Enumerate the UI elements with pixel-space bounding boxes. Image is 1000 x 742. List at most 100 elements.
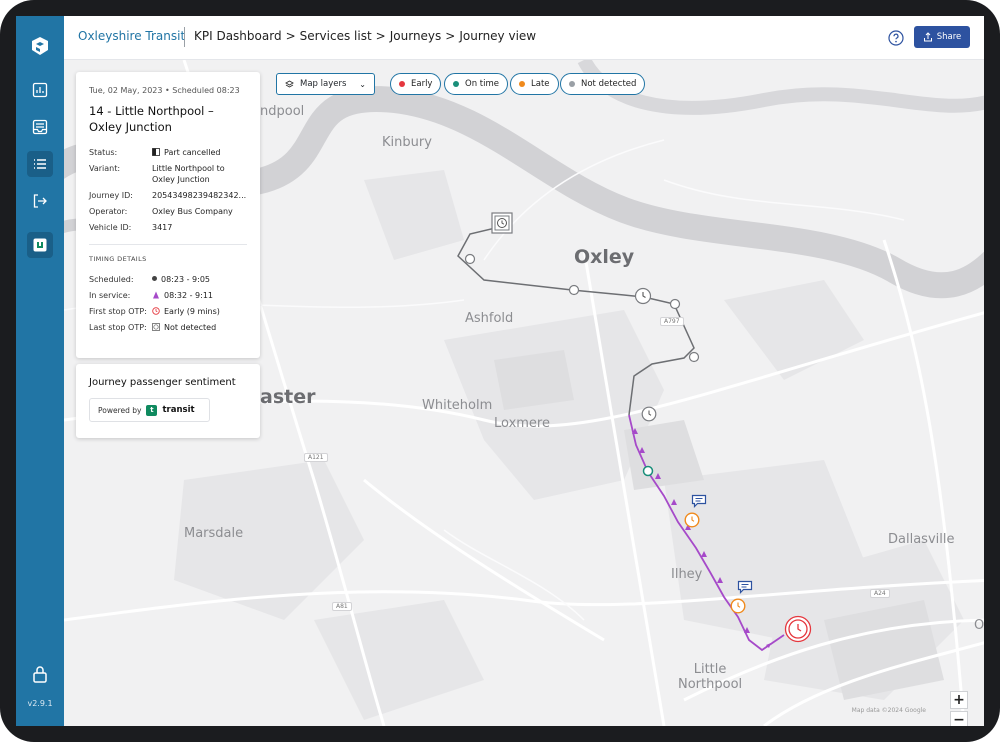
breadcrumb-separator: > (445, 29, 456, 43)
variant-row: Variant: Little Northpool to Oxley Junct… (89, 163, 247, 185)
sidebar: v2.9.1 (16, 16, 64, 726)
breadcrumb-journeys[interactable]: Journeys (390, 29, 442, 43)
breadcrumb: KPI Dashboard > Services list > Journeys > Jou… (194, 29, 536, 43)
place-label-little-northpool: Little Northpool (678, 662, 743, 692)
legend-filter-not-detected[interactable]: Not detected (560, 73, 646, 95)
operator-row: Operator: Oxley Bus Company (89, 206, 247, 217)
journey-id-label: Journey ID: (89, 191, 133, 200)
place-label-ilhey: Ilhey (671, 567, 703, 582)
legend-label-early: Early (411, 79, 433, 89)
provider-name: transit (162, 405, 195, 415)
sidebar-item-dashboard[interactable] (27, 77, 53, 103)
legend-filter-late[interactable]: Late (510, 73, 559, 95)
sentiment-comment-icon[interactable] (691, 494, 707, 508)
first-stop-otp-row: First stop OTP: Early (9 mins) (89, 306, 247, 317)
breadcrumb-journey-view: Journey view (459, 29, 537, 43)
legend-dot-late (519, 81, 525, 87)
place-label-marsdale: Marsdale (184, 526, 244, 541)
chevron-down-icon: ⌄ (359, 79, 366, 89)
share-button[interactable]: Share (914, 26, 970, 48)
legend-filter-on-time[interactable]: On time (444, 73, 508, 95)
place-label-ashfold: Ashfold (465, 311, 514, 326)
early-start-clock-icon[interactable] (784, 615, 812, 643)
legend-dot-on-time (453, 81, 459, 87)
road-badge-a121: A121 (304, 453, 328, 462)
map-canvas[interactable]: Kinbury Oxley Ashfold Whiteholm Loxmere … (64, 60, 984, 726)
operator-label: Operator: (89, 207, 128, 216)
brand-name[interactable]: Oxleyshire Transit (78, 29, 185, 43)
transit-logo-icon: t (146, 404, 158, 416)
place-label-whiteholm: Whiteholm (422, 398, 493, 413)
share-label: Share (936, 32, 962, 42)
timing-details-heading: TIMING DETAILS (89, 255, 147, 263)
road-badge-a81: A81 (332, 602, 352, 611)
timing-point-clock-icon[interactable] (634, 287, 652, 305)
help-icon[interactable] (888, 30, 904, 46)
late-stop-clock-icon[interactable] (684, 512, 700, 528)
scheduled-dot-icon (152, 276, 157, 281)
powered-by-label: Powered by (98, 405, 142, 415)
sidebar-item-transit-app[interactable] (27, 232, 53, 258)
card-divider (89, 244, 247, 245)
variant-value: Little Northpool to Oxley Junction (152, 164, 225, 184)
inbox-icon (32, 119, 48, 135)
breadcrumb-separator: > (285, 29, 296, 43)
in-service-label: In service: (89, 291, 131, 300)
logout-icon (33, 194, 47, 208)
chart-icon (32, 82, 48, 98)
journey-date: Tue, 02 May, 2023 • Scheduled 08:23 (89, 86, 240, 95)
sentiment-title: Journey passenger sentiment (89, 377, 236, 388)
terminus-clock-icon[interactable] (491, 212, 513, 234)
breadcrumb-separator: > (375, 29, 386, 43)
road-badge-a797: A797 (660, 317, 684, 326)
legend-label-late: Late (531, 79, 550, 89)
first-stop-otp-value: Early (9 mins) (164, 307, 220, 316)
sentiment-comment-icon[interactable] (737, 580, 753, 594)
vehicle-value: 3417 (152, 223, 173, 232)
in-service-row: In service: 08:32 - 9:11 (89, 290, 247, 301)
place-label-edge: O (974, 618, 984, 633)
transit-app-icon (33, 238, 47, 252)
sidebar-item-inbox[interactable] (27, 114, 53, 140)
operator-value: Oxley Bus Company (152, 207, 233, 216)
status-row: Status: Part cancelled (89, 147, 247, 158)
in-service-value: 08:32 - 9:11 (164, 291, 213, 300)
version-label: v2.9.1 (27, 699, 53, 708)
journey-id-value: 20543498239482342... (152, 191, 247, 200)
place-label-aster-partial: aster (260, 386, 316, 408)
variant-label: Variant: (89, 164, 121, 173)
road-badge-a24: A24 (870, 589, 890, 598)
vehicle-label: Vehicle ID: (89, 223, 132, 232)
first-stop-otp-label: First stop OTP: (89, 307, 147, 316)
header-divider (184, 27, 185, 47)
sidebar-item-services-list[interactable] (27, 151, 53, 177)
breadcrumb-services-list[interactable]: Services list (300, 29, 372, 43)
lock-icon[interactable] (30, 664, 50, 684)
status-value: Part cancelled (164, 148, 221, 157)
journey-title: 14 - Little Northpool – Oxley Junction (89, 104, 214, 134)
timing-point-clock-icon[interactable] (641, 406, 657, 422)
legend-dot-early (399, 81, 405, 87)
zoom-out-button[interactable]: − (950, 711, 968, 726)
zoom-in-button[interactable]: + (950, 691, 968, 709)
legend-filter-early[interactable]: Early (390, 73, 442, 95)
sidebar-item-logout[interactable] (27, 188, 53, 214)
top-header: Oxleyshire Transit KPI Dashboard > Service… (64, 16, 984, 60)
share-icon (923, 32, 932, 42)
legend-label-on-time: On time (465, 79, 499, 89)
powered-by-badge[interactable]: Powered by t transit (89, 398, 210, 422)
early-clock-icon (152, 307, 160, 315)
map-layers-dropdown[interactable]: Map layers ⌄ (276, 73, 375, 95)
vehicle-row: Vehicle ID: 3417 (89, 222, 247, 233)
legend-label-not-detected: Not detected (581, 79, 637, 89)
place-label-ndpool-partial: ndpool (260, 104, 305, 119)
journey-details-card: Tue, 02 May, 2023 • Scheduled 08:23 14 -… (76, 72, 260, 358)
not-detected-clock-icon (152, 323, 160, 331)
app-logo-icon[interactable] (30, 36, 50, 56)
layers-icon (285, 79, 294, 88)
place-label-dallasville: Dallasville (888, 532, 955, 547)
late-stop-clock-icon[interactable] (730, 598, 746, 614)
breadcrumb-kpi-dashboard[interactable]: KPI Dashboard (194, 29, 282, 43)
place-label-loxmere: Loxmere (494, 416, 550, 431)
scheduled-row: Scheduled: 08:23 - 9:05 (89, 274, 247, 285)
